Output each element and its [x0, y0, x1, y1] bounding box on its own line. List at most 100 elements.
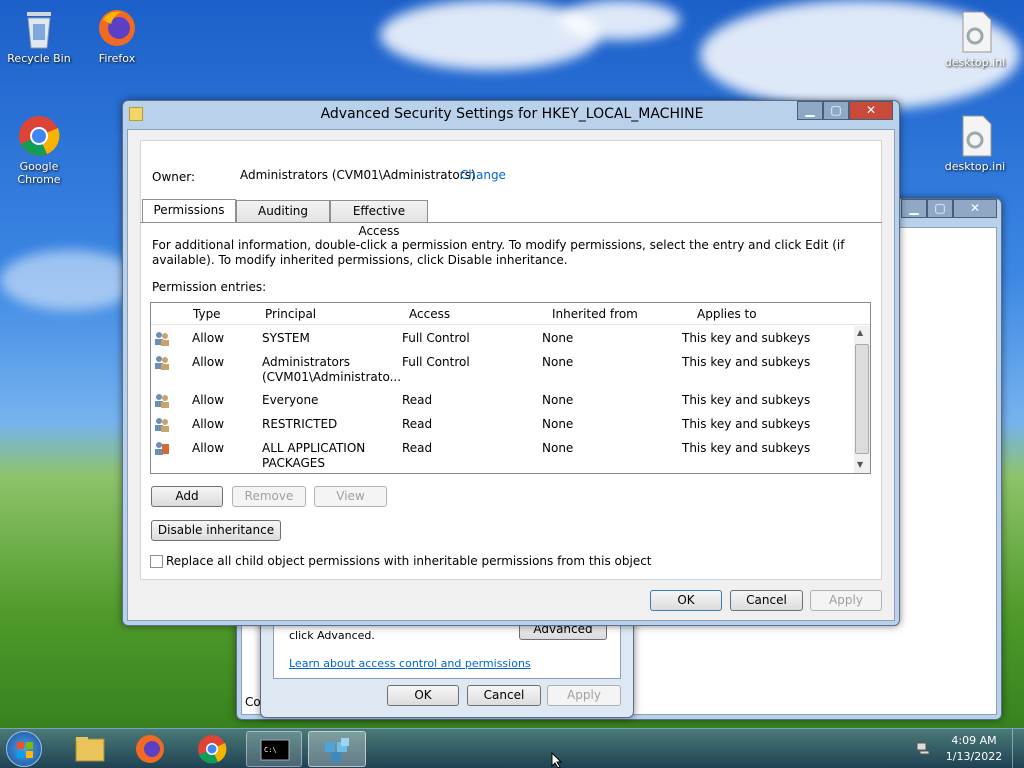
chrome-taskbar-button[interactable]: [184, 731, 240, 767]
entry-applies: This key and subkeys: [682, 331, 811, 345]
recycle-bin-label: Recycle Bin: [7, 52, 71, 65]
desktop-ini-label-2: desktop.ini: [944, 160, 1006, 173]
entry-type: Allow: [192, 331, 225, 345]
scrollbar-thumb[interactable]: [855, 344, 869, 454]
clock-date[interactable]: 1/13/2022: [942, 750, 1006, 763]
start-button[interactable]: [6, 731, 42, 767]
scroll-up-icon[interactable]: ▲: [857, 328, 863, 337]
close-button[interactable]: ✕: [953, 199, 997, 218]
entry-inherited: None: [542, 417, 574, 431]
entry-principal: Administrators (CVM01\Administrato...: [262, 355, 402, 384]
table-row[interactable]: Allow Administrators (CVM01\Administrato…: [152, 354, 856, 392]
maximize-button[interactable]: ▢: [823, 101, 849, 120]
chrome-icon: [17, 114, 61, 158]
scroll-down-icon[interactable]: ▼: [857, 460, 863, 469]
column-access[interactable]: Access: [409, 307, 450, 321]
app-packages-icon: [154, 440, 170, 459]
regedit-taskbar-button[interactable]: [308, 731, 366, 767]
back-apply-button: Apply: [547, 685, 621, 706]
entry-access: Read: [402, 393, 433, 407]
settings-file-icon: [953, 10, 997, 54]
back-ok-button[interactable]: OK: [387, 685, 459, 706]
column-principal[interactable]: Principal: [265, 307, 316, 321]
partial-text: click Advanced.: [289, 629, 375, 642]
entry-applies: This key and subkeys: [682, 393, 811, 407]
desktop-ini-label-1: desktop.ini: [944, 56, 1006, 69]
firefox-desktop-icon[interactable]: Firefox: [82, 6, 152, 65]
change-owner-link[interactable]: Change: [460, 168, 506, 182]
user-group-icon: [154, 354, 170, 373]
svg-text:C:\: C:\: [264, 746, 277, 754]
ok-button[interactable]: OK: [650, 590, 722, 611]
explorer-taskbar-button[interactable]: [62, 731, 118, 767]
user-group-icon: [154, 330, 170, 349]
add-button[interactable]: Add: [151, 486, 223, 507]
dialog-title: Advanced Security Settings for HKEY_LOCA…: [320, 106, 704, 122]
clock-time[interactable]: 4:09 AM: [946, 734, 1002, 747]
tab-effective-access[interactable]: Effective Access: [330, 200, 428, 238]
windows-logo-icon: [17, 742, 33, 758]
firefox-taskbar-button[interactable]: [122, 731, 178, 767]
table-row[interactable]: Allow SYSTEM Full Control None This key …: [152, 330, 856, 354]
folder-icon: [75, 737, 105, 762]
recycle-bin-icon[interactable]: Recycle Bin: [4, 6, 74, 65]
entry-type: Allow: [192, 393, 225, 407]
tab-auditing[interactable]: Auditing: [236, 200, 330, 222]
entry-type: Allow: [192, 441, 225, 455]
maximize-button[interactable]: ▢: [927, 199, 953, 218]
list-scrollbar[interactable]: ▲ ▼: [854, 326, 870, 473]
tab-permissions[interactable]: Permissions: [142, 199, 236, 222]
cancel-button[interactable]: Cancel: [730, 590, 803, 611]
network-icon[interactable]: [916, 741, 930, 755]
chrome-label: Google Chrome: [17, 160, 61, 186]
info-text: For additional information, double-click…: [152, 238, 845, 267]
column-applies-to[interactable]: Applies to: [697, 307, 757, 321]
trash-icon: [17, 6, 61, 50]
minimize-button[interactable]: ▁: [901, 199, 927, 218]
replace-permissions-label: Replace all child object permissions wit…: [166, 554, 652, 568]
user-group-icon: [154, 416, 170, 435]
cmd-taskbar-button[interactable]: C:\: [246, 731, 302, 767]
chrome-icon: [198, 735, 227, 764]
registry-editor-icon: [325, 738, 349, 762]
taskbar: C:\ 4:09 AM 1/13/2022: [0, 728, 1024, 768]
entry-inherited: None: [542, 355, 574, 369]
mouse-cursor-icon: [551, 751, 563, 768]
chrome-desktop-icon[interactable]: Google Chrome: [4, 114, 74, 186]
minimize-button[interactable]: ▁: [797, 101, 823, 120]
table-row[interactable]: Allow ALL APPLICATION PACKAGES Read None…: [152, 440, 856, 472]
firefox-label: Firefox: [98, 52, 136, 65]
disable-inheritance-button[interactable]: Disable inheritance: [151, 520, 281, 541]
back-cancel-button[interactable]: Cancel: [467, 685, 541, 706]
user-group-icon: [154, 392, 170, 411]
table-row[interactable]: Allow RESTRICTED Read None This key and …: [152, 416, 856, 440]
entry-applies: This key and subkeys: [682, 417, 811, 431]
entry-principal: ALL APPLICATION PACKAGES: [262, 441, 366, 470]
entry-access: Full Control: [402, 355, 470, 369]
entry-principal: RESTRICTED: [262, 417, 338, 431]
learn-permissions-link[interactable]: Learn about access control and permissio…: [289, 657, 531, 670]
entry-access: Read: [402, 441, 433, 455]
desktop-ini-file-1[interactable]: desktop.ini: [940, 10, 1010, 69]
close-button[interactable]: ✕: [849, 101, 893, 120]
owner-label: Owner:: [152, 170, 196, 184]
settings-file-icon: [953, 114, 997, 158]
owner-value: Administrators (CVM01\Administrators): [240, 168, 476, 182]
entry-access: Read: [402, 417, 433, 431]
show-desktop-button[interactable]: [1012, 729, 1024, 768]
tab-divider: [140, 222, 882, 223]
column-type[interactable]: Type: [193, 307, 221, 321]
entry-type: Allow: [192, 355, 225, 369]
entry-access: Full Control: [402, 331, 470, 345]
view-button: View: [314, 486, 387, 507]
permission-entries-label: Permission entries:: [152, 280, 267, 294]
entry-inherited: None: [542, 441, 574, 455]
table-row[interactable]: Allow Everyone Read None This key and su…: [152, 392, 856, 416]
entry-principal: Everyone: [262, 393, 319, 407]
replace-permissions-checkbox[interactable]: [150, 555, 163, 568]
list-header: Type Principal Access Inherited from App…: [151, 303, 870, 325]
entry-inherited: None: [542, 331, 574, 345]
desktop-ini-file-2[interactable]: desktop.ini: [940, 114, 1010, 173]
apply-button: Apply: [810, 590, 882, 611]
column-inherited-from[interactable]: Inherited from: [552, 307, 638, 321]
